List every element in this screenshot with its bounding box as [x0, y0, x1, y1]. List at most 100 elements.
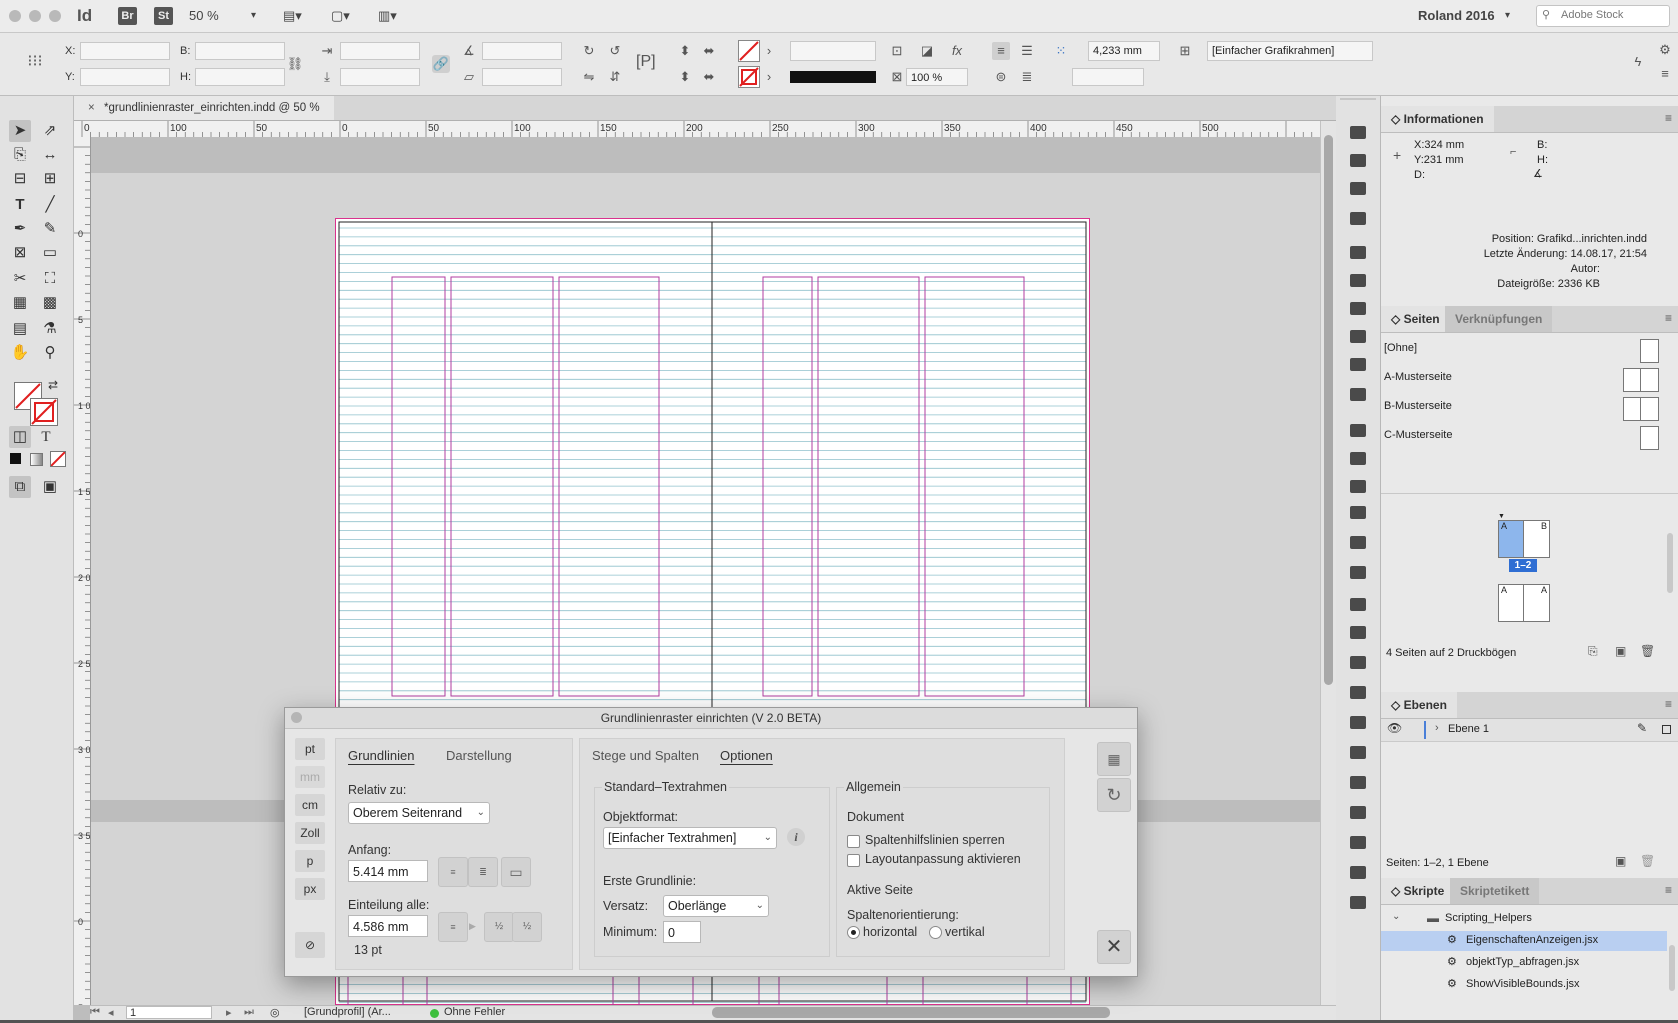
flip-horizontal-icon[interactable]: ⇋ — [580, 68, 598, 86]
text-wrap-jump-icon[interactable]: ≣ — [1018, 68, 1036, 86]
half-line-icon[interactable]: ½ — [484, 912, 514, 942]
preflight-profile[interactable]: [Grundprofil] (Ar... — [304, 1006, 391, 1018]
minimum-input[interactable]: 0 — [663, 921, 701, 943]
grid-toggle-icon[interactable]: ▦ — [1097, 742, 1131, 776]
hand-tool-icon[interactable]: ✋ — [9, 342, 31, 364]
edit-page-size-icon[interactable]: ⎘ — [1588, 644, 1598, 659]
master-item[interactable]: A-Musterseite — [1381, 368, 1678, 394]
align-top-icon[interactable]: ≣ — [468, 857, 498, 887]
next-page-icon[interactable]: ▸ — [226, 1006, 232, 1019]
tab-grundlinien[interactable]: Grundlinien — [348, 748, 415, 763]
object-style-select[interactable]: [Einfacher Grafikrahmen] — [1207, 41, 1373, 61]
content-placer-tool-icon[interactable]: ⊞ — [39, 168, 61, 190]
scale-y-field[interactable] — [340, 68, 420, 86]
select-previous-icon[interactable]: ⬌ — [700, 42, 718, 60]
stroke-swatch[interactable] — [738, 66, 760, 88]
arrange-documents-icon[interactable]: ▥▾ — [378, 6, 397, 26]
panel-icon[interactable] — [1350, 506, 1366, 519]
anfang-input[interactable]: 5.414 mm — [348, 860, 428, 882]
select-next-icon[interactable]: ⬌ — [700, 68, 718, 86]
direct-selection-tool-icon[interactable]: ⇗ — [39, 120, 61, 142]
layer-row[interactable]: 👁 › Ebene 1 ✎ — [1381, 719, 1678, 742]
panel-menu-icon[interactable]: ≡ — [1665, 311, 1672, 325]
new-page-icon[interactable]: ▣ — [1615, 644, 1626, 658]
type-tool-icon[interactable]: T — [9, 194, 31, 216]
text-wrap-none-icon[interactable]: ≡ — [992, 42, 1010, 60]
new-layer-icon[interactable]: ▣ — [1615, 854, 1626, 868]
last-page-icon[interactable]: ⏭ — [244, 1006, 254, 1019]
free-transform-tool-icon[interactable]: ⛶ — [39, 268, 61, 290]
panel-icon[interactable] — [1350, 126, 1366, 139]
select-content-icon[interactable]: ⬍ — [676, 68, 694, 86]
frame-fitting-icon[interactable]: ⊡ — [888, 42, 906, 60]
relativ-select[interactable]: Oberem Seitenrand ⌄ — [348, 802, 490, 824]
unit-cm-button[interactable]: cm — [295, 794, 325, 816]
color-field[interactable] — [1072, 68, 1144, 86]
layer-selection-square[interactable] — [1662, 725, 1671, 734]
tab-darstellung[interactable]: Darstellung — [446, 748, 512, 763]
stroke-weight-field[interactable]: 4,233 mm — [1088, 41, 1160, 61]
refresh-icon[interactable]: ↻ — [1097, 778, 1131, 812]
panel-icon[interactable] — [1350, 274, 1366, 287]
trash-icon[interactable]: 🗑 — [1640, 854, 1655, 868]
close-window-button[interactable] — [9, 10, 21, 22]
auto-fit-icon[interactable]: ⁙ — [1052, 42, 1070, 60]
stock-search-input[interactable]: ⚲ Adobe Stock — [1536, 5, 1670, 27]
gradient-swatch-tool-icon[interactable]: ▦ — [9, 292, 31, 314]
panel-icon[interactable] — [1350, 302, 1366, 315]
page-icon[interactable]: ▭ — [501, 857, 531, 887]
chevron-down-icon[interactable]: ▾ — [1505, 6, 1510, 26]
panel-icon[interactable] — [1350, 656, 1366, 669]
close-icon[interactable]: ✕ — [1097, 930, 1131, 964]
minimize-window-button[interactable] — [29, 10, 41, 22]
scissors-tool-icon[interactable]: ✂ — [9, 268, 31, 290]
layoutanpassung-checkbox[interactable] — [847, 854, 860, 867]
chevron-down-icon[interactable]: ▾ — [251, 6, 256, 26]
panel-icon[interactable] — [1350, 480, 1366, 493]
script-item[interactable]: ⚙ objektTyp_abfragen.jsx — [1381, 953, 1667, 973]
shear-field[interactable] — [482, 68, 562, 86]
rectangle-frame-tool-icon[interactable]: ⊠ — [9, 242, 31, 264]
dialog-titlebar[interactable]: Grundlinienraster einrichten (V 2.0 BETA… — [285, 708, 1137, 729]
eye-visibility-icon[interactable]: 👁 — [1387, 721, 1402, 735]
text-wrap-bbox-icon[interactable]: ☰ — [1018, 42, 1036, 60]
script-folder[interactable]: ⌄ ▬ Scripting_Helpers — [1381, 909, 1678, 929]
versatz-select[interactable]: Oberlänge ⌄ — [663, 895, 769, 917]
drop-shadow-icon[interactable]: ◪ — [918, 42, 936, 60]
select-container-icon[interactable]: ⬍ — [676, 42, 694, 60]
unit-px-button[interactable]: px — [295, 878, 325, 900]
panel-icon[interactable] — [1350, 896, 1366, 909]
open-page-icon[interactable]: ◎ — [270, 1006, 280, 1019]
horizontal-radio[interactable] — [847, 926, 860, 939]
pencil-tool-icon[interactable]: ✎ — [39, 218, 61, 240]
rotate-cw-icon[interactable]: ↻ — [580, 42, 598, 60]
reference-point-icon[interactable]: ⁝⁝⁝ — [26, 53, 44, 71]
spread-thumbnail-3-4[interactable]: A A — [1498, 584, 1550, 622]
transform-content-icon[interactable]: [P] — [636, 53, 656, 71]
swap-fill-stroke-icon[interactable]: ⇄ — [42, 374, 64, 396]
rotation-field[interactable] — [482, 42, 562, 60]
bridge-button[interactable]: Br — [118, 7, 137, 25]
panel-icon[interactable] — [1350, 746, 1366, 759]
panel-icon[interactable] — [1350, 566, 1366, 579]
panel-icon[interactable] — [1350, 686, 1366, 699]
horizontal-ruler[interactable]: 0 100 50 0 50 100 150 200 250 300 350 400 450 500 — [74, 121, 1336, 138]
apply-color-icon[interactable] — [10, 453, 21, 464]
chevron-right-icon[interactable]: › — [760, 42, 778, 60]
panel-menu-icon[interactable]: ≡ — [1665, 883, 1672, 897]
vertical-scroll-thumb[interactable] — [1324, 135, 1333, 685]
tab-skripte[interactable]: ◇ Skripte — [1381, 878, 1455, 904]
vertical-scrollbar[interactable] — [1320, 121, 1337, 1005]
panel-icon[interactable] — [1350, 776, 1366, 789]
panel-icon[interactable] — [1350, 212, 1366, 225]
stroke-color-swatch[interactable] — [30, 398, 58, 426]
panel-menu-icon[interactable]: ≡ — [1656, 65, 1674, 83]
stroke-weight-stepper[interactable] — [790, 41, 876, 61]
tab-skriptetikett[interactable]: Skriptetikett — [1450, 878, 1540, 904]
master-item[interactable]: [Ohne] — [1381, 339, 1678, 365]
panel-icon[interactable] — [1350, 388, 1366, 401]
layer-name[interactable]: Ebene 1 — [1448, 723, 1489, 735]
stroke-type-selector[interactable] — [790, 71, 876, 83]
tab-verknuepfungen[interactable]: Verknüpfungen — [1445, 306, 1553, 332]
fill-swatch[interactable] — [738, 40, 760, 62]
